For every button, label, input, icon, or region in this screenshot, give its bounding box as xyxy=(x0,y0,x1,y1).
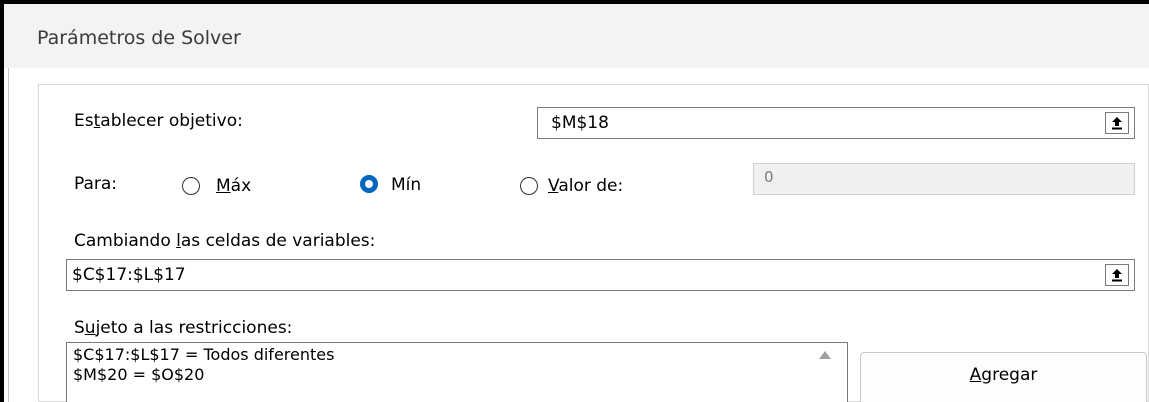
radio-valor-de-label[interactable]: Valor de: xyxy=(548,176,623,196)
value-of-input[interactable]: 0 xyxy=(753,163,1135,195)
list-item[interactable]: $M$20 = $O$20 xyxy=(73,365,204,384)
radio-min[interactable] xyxy=(360,175,378,193)
constraints-list[interactable]: $C$17:$L$17 = Todos diferentes $M$20 = $… xyxy=(66,342,848,402)
add-button[interactable]: Agregar xyxy=(860,352,1147,402)
list-item[interactable]: $C$17:$L$17 = Todos diferentes xyxy=(73,345,334,364)
value-of-value: 0 xyxy=(764,168,774,186)
objective-label: Establecer objetivo: xyxy=(74,111,243,131)
collapse-dialog-icon[interactable] xyxy=(1105,264,1129,286)
variables-label: Cambiando las celdas de variables: xyxy=(74,231,376,251)
radio-max[interactable] xyxy=(182,177,200,195)
dialog-edge xyxy=(8,68,9,402)
dialog-title: Parámetros de Solver xyxy=(37,27,241,49)
constraints-label: Sujeto a las restricciones: xyxy=(74,318,293,338)
objective-input[interactable]: $M$18 xyxy=(537,107,1135,139)
para-label: Para: xyxy=(74,174,118,194)
radio-valor-de[interactable] xyxy=(520,177,538,195)
collapse-dialog-icon[interactable] xyxy=(1105,112,1129,134)
radio-max-label[interactable]: Máx xyxy=(216,176,251,196)
title-bar[interactable]: Parámetros de Solver xyxy=(4,4,1149,68)
radio-min-label[interactable]: Mín xyxy=(391,175,421,195)
variables-input[interactable]: $C$17:$L$17 xyxy=(66,259,1135,291)
objective-value: $M$18 xyxy=(551,113,609,133)
scroll-up-arrow-icon[interactable] xyxy=(819,351,831,359)
variables-value: $C$17:$L$17 xyxy=(72,265,186,285)
